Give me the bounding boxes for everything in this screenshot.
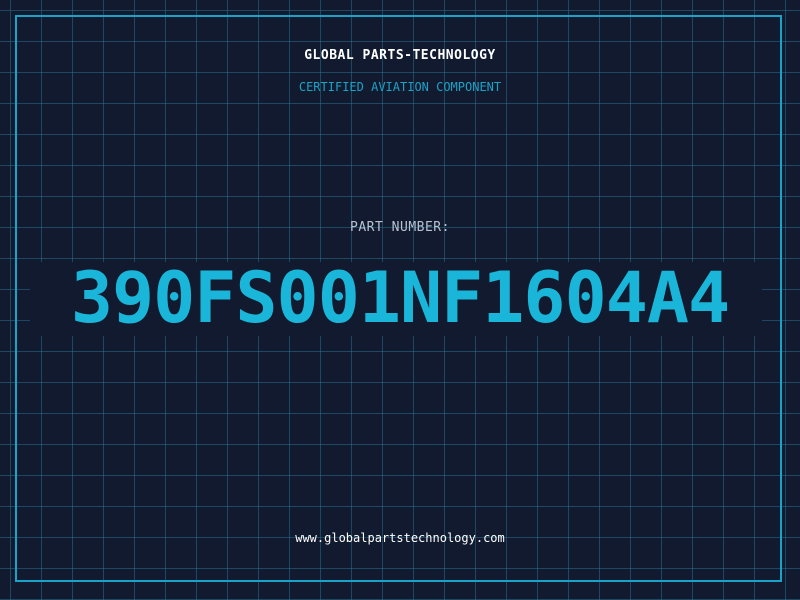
- certification-subtitle: CERTIFIED AVIATION COMPONENT: [298, 80, 502, 94]
- website-url: www.globalpartstechnology.com: [295, 531, 505, 545]
- part-number-label: PART NUMBER:: [350, 220, 450, 235]
- part-number-value: 390FS001NF1604A4: [70, 257, 730, 339]
- part-card: GLOBAL PARTS-TECHNOLOGY CERTIFIED AVIATI…: [0, 0, 800, 600]
- brand-title: GLOBAL PARTS-TECHNOLOGY: [304, 48, 496, 63]
